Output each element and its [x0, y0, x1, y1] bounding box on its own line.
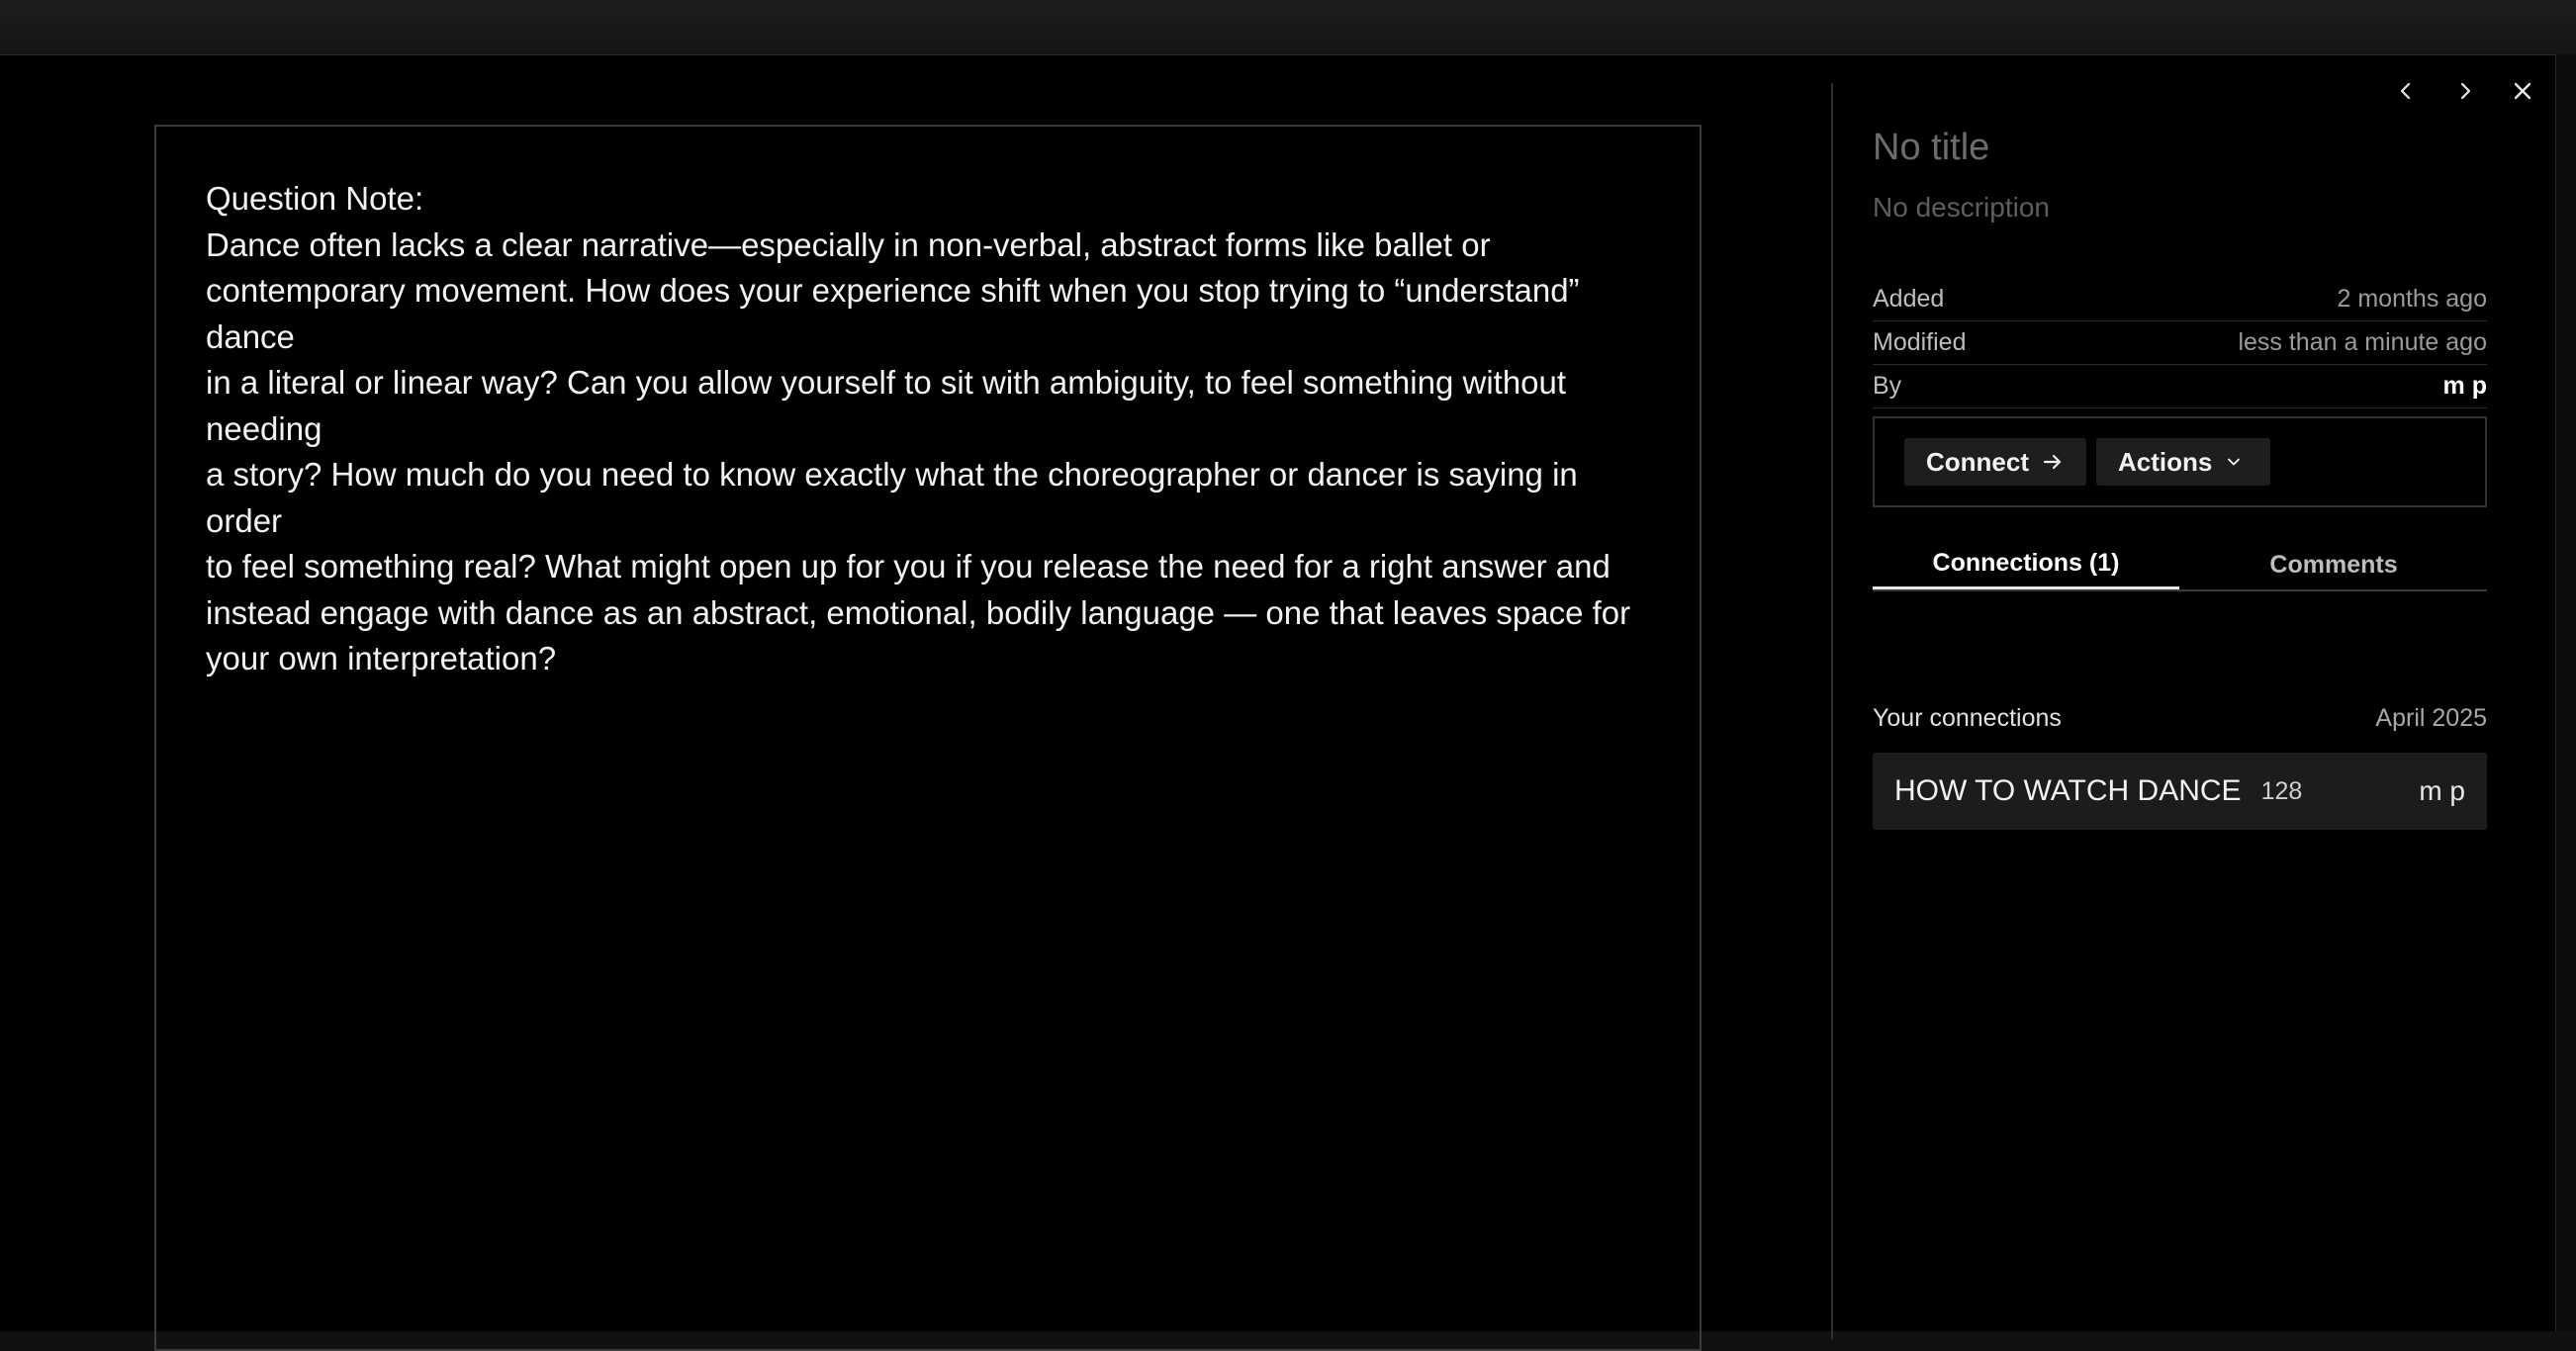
sidebar-tabs: Connections (1) Comments	[1873, 540, 2487, 591]
channel-name: HOW TO WATCH DANCE	[1894, 774, 2242, 807]
tab-connections[interactable]: Connections (1)	[1873, 540, 2179, 589]
meta-value: 2 months ago	[2337, 284, 2488, 313]
block-title[interactable]: No title	[1873, 127, 1989, 169]
meta-label: Added	[1873, 284, 1945, 313]
chevron-down-icon	[2228, 458, 2241, 466]
block-description[interactable]: No description	[1873, 192, 2050, 224]
connections-header-label: Your connections	[1873, 704, 2062, 732]
meta-value: less than a minute ago	[2238, 327, 2487, 356]
note-text[interactable]: Question Note: Dance often lacks a clear…	[206, 176, 1660, 682]
connect-button-label: Connect	[1926, 446, 2029, 477]
arrow-right-icon	[2043, 454, 2062, 470]
background-edge	[2556, 54, 2576, 1331]
actions-dropdown-label: Actions	[2118, 446, 2213, 477]
connections-header: Your connections April 2025	[1873, 704, 2487, 733]
previous-button[interactable]	[2386, 71, 2426, 111]
meta-label: By	[1873, 371, 1902, 400]
action-box: Connect Actions	[1873, 416, 2487, 507]
connections-header-date: April 2025	[2375, 704, 2487, 732]
block-modal: Question Note: Dance often lacks a clear…	[0, 54, 2556, 1351]
connection-item[interactable]: HOW TO WATCH DANCE 128 m p	[1873, 753, 2487, 830]
connect-button[interactable]: Connect	[1904, 438, 2086, 486]
meta-row-by: By m p	[1873, 364, 2487, 408]
actions-dropdown[interactable]: Actions	[2096, 438, 2270, 486]
tab-label: Comments	[2269, 550, 2398, 579]
channel-owner[interactable]: m p	[2419, 775, 2465, 807]
close-icon	[2514, 82, 2531, 100]
meta-label: Modified	[1873, 327, 1967, 356]
panel-divider	[1831, 83, 1833, 1339]
tab-comments[interactable]: Comments	[2180, 540, 2487, 589]
tab-label: Connections (1)	[1932, 549, 2120, 577]
channel-block-count: 128	[2260, 776, 2303, 805]
chevron-left-icon	[2400, 82, 2411, 100]
close-button[interactable]	[2503, 71, 2542, 111]
chevron-right-icon	[2460, 82, 2471, 100]
background-top-bar	[0, 0, 2576, 54]
meta-row-modified: Modified less than a minute ago	[1873, 320, 2487, 365]
note-content-card[interactable]: Question Note: Dance often lacks a clear…	[154, 125, 1702, 1351]
meta-row-added: Added 2 months ago	[1873, 277, 2487, 321]
next-button[interactable]	[2445, 71, 2485, 111]
author-link[interactable]: m p	[2443, 372, 2487, 401]
